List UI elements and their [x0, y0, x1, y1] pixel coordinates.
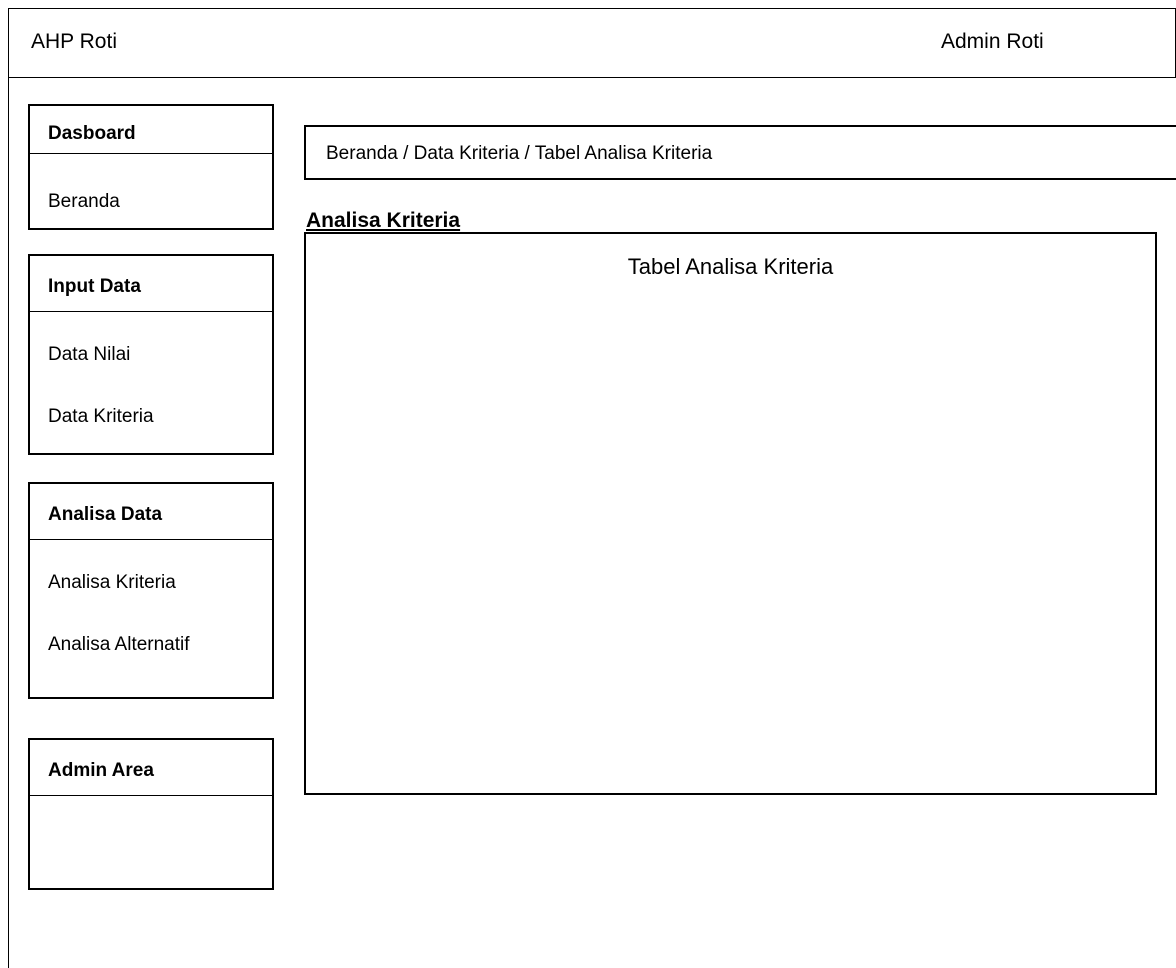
sidebar-group-title: Analisa Data — [30, 484, 272, 540]
sidebar-item-data-nilai[interactable]: Data Nilai — [30, 344, 272, 366]
sidebar-item-beranda[interactable]: Beranda — [30, 191, 272, 213]
sidebar-group-title: Dasboard — [30, 106, 272, 154]
table-caption: Tabel Analisa Kriteria — [627, 254, 834, 279]
analisa-kriteria-table-panel: Tabel Analisa Kriteria — [304, 232, 1157, 795]
sidebar-group-analisa-data: Analisa Data Analisa Kriteria Analisa Al… — [28, 482, 274, 699]
top-header: AHP Roti Admin Roti — [8, 8, 1176, 78]
sidebar-group-title: Admin Area — [30, 740, 272, 796]
page-title: Analisa Kriteria — [306, 209, 461, 232]
sidebar-group-title: Input Data — [30, 256, 272, 312]
sidebar-group-input-data: Input Data Data Nilai Data Kriteria — [28, 254, 274, 455]
breadcrumb[interactable]: Beranda / Data Kriteria / Tabel Analisa … — [304, 125, 1176, 180]
sidebar-item-analisa-kriteria[interactable]: Analisa Kriteria — [30, 572, 272, 594]
sidebar-item-data-kriteria[interactable]: Data Kriteria — [30, 406, 272, 428]
app-title[interactable]: AHP Roti — [31, 30, 117, 54]
admin-user-name[interactable]: Admin Roti — [941, 30, 1044, 54]
sidebar-group-dasboard: Dasboard Beranda — [28, 104, 274, 230]
sidebar-item-analisa-alternatif[interactable]: Analisa Alternatif — [30, 634, 272, 656]
sidebar-group-admin-area: Admin Area — [28, 738, 274, 890]
